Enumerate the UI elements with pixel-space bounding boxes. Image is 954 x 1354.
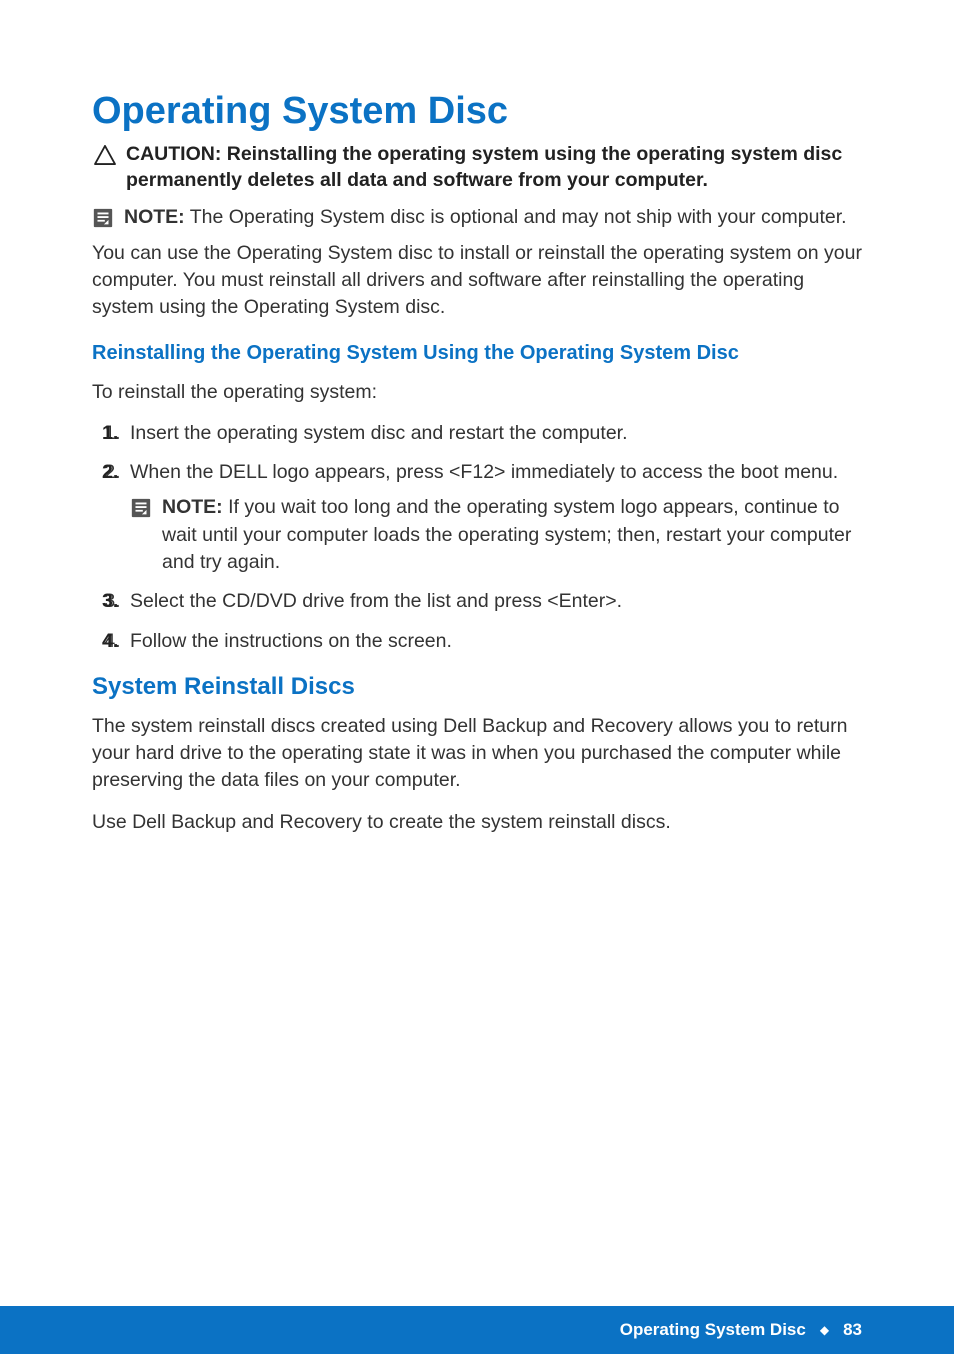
subheading-reinstall: Reinstalling the Operating System Using … xyxy=(92,340,862,367)
list-item: Insert the operating system disc and res… xyxy=(126,420,862,447)
intro-paragraph: You can use the Operating System disc to… xyxy=(92,240,862,322)
note-icon xyxy=(92,207,116,234)
step-text: Follow the instructions on the screen. xyxy=(130,630,452,652)
caution-body: Reinstalling the operating system using … xyxy=(126,143,842,191)
page-title: Operating System Disc xyxy=(92,90,862,133)
section2-para2: Use Dell Backup and Recovery to create t… xyxy=(92,809,862,836)
list-item: Select the CD/DVD drive from the list an… xyxy=(126,588,862,615)
note-text-1: NOTE: The Operating System disc is optio… xyxy=(116,204,847,231)
caution-icon xyxy=(94,145,118,170)
note-body: If you wait too long and the operating s… xyxy=(162,496,851,573)
reinstall-intro: To reinstall the operating system: xyxy=(92,379,862,406)
step-text: When the DELL logo appears, press <F12> … xyxy=(130,461,838,483)
caution-callout: CAUTION: Reinstalling the operating syst… xyxy=(92,141,862,194)
note-label: NOTE: xyxy=(124,206,185,228)
footer-page-number: 83 xyxy=(843,1320,862,1340)
page-content: Operating System Disc CAUTION: Reinstall… xyxy=(0,0,954,836)
step-text: Select the CD/DVD drive from the list an… xyxy=(130,590,622,612)
footer-separator-icon: ◆ xyxy=(820,1323,829,1337)
section-heading-system-reinstall: System Reinstall Discs xyxy=(92,673,862,701)
nested-note-text: NOTE: If you wait too long and the opera… xyxy=(154,494,862,576)
caution-label: CAUTION: xyxy=(126,143,221,165)
caution-text: CAUTION: Reinstalling the operating syst… xyxy=(118,141,862,194)
note-icon xyxy=(130,497,154,527)
list-item: Follow the instructions on the screen. xyxy=(126,628,862,655)
nested-note-callout: NOTE: If you wait too long and the opera… xyxy=(130,494,862,576)
footer-title: Operating System Disc xyxy=(620,1320,806,1340)
list-item: When the DELL logo appears, press <F12> … xyxy=(126,459,862,576)
footer-bar: Operating System Disc ◆ 83 xyxy=(0,1306,954,1354)
note-label: NOTE: xyxy=(162,496,223,518)
note-callout-1: NOTE: The Operating System disc is optio… xyxy=(92,204,862,234)
step-text: Insert the operating system disc and res… xyxy=(130,422,628,444)
note-body: The Operating System disc is optional an… xyxy=(190,206,847,228)
section2-para1: The system reinstall discs created using… xyxy=(92,713,862,795)
steps-list: Insert the operating system disc and res… xyxy=(92,420,862,655)
